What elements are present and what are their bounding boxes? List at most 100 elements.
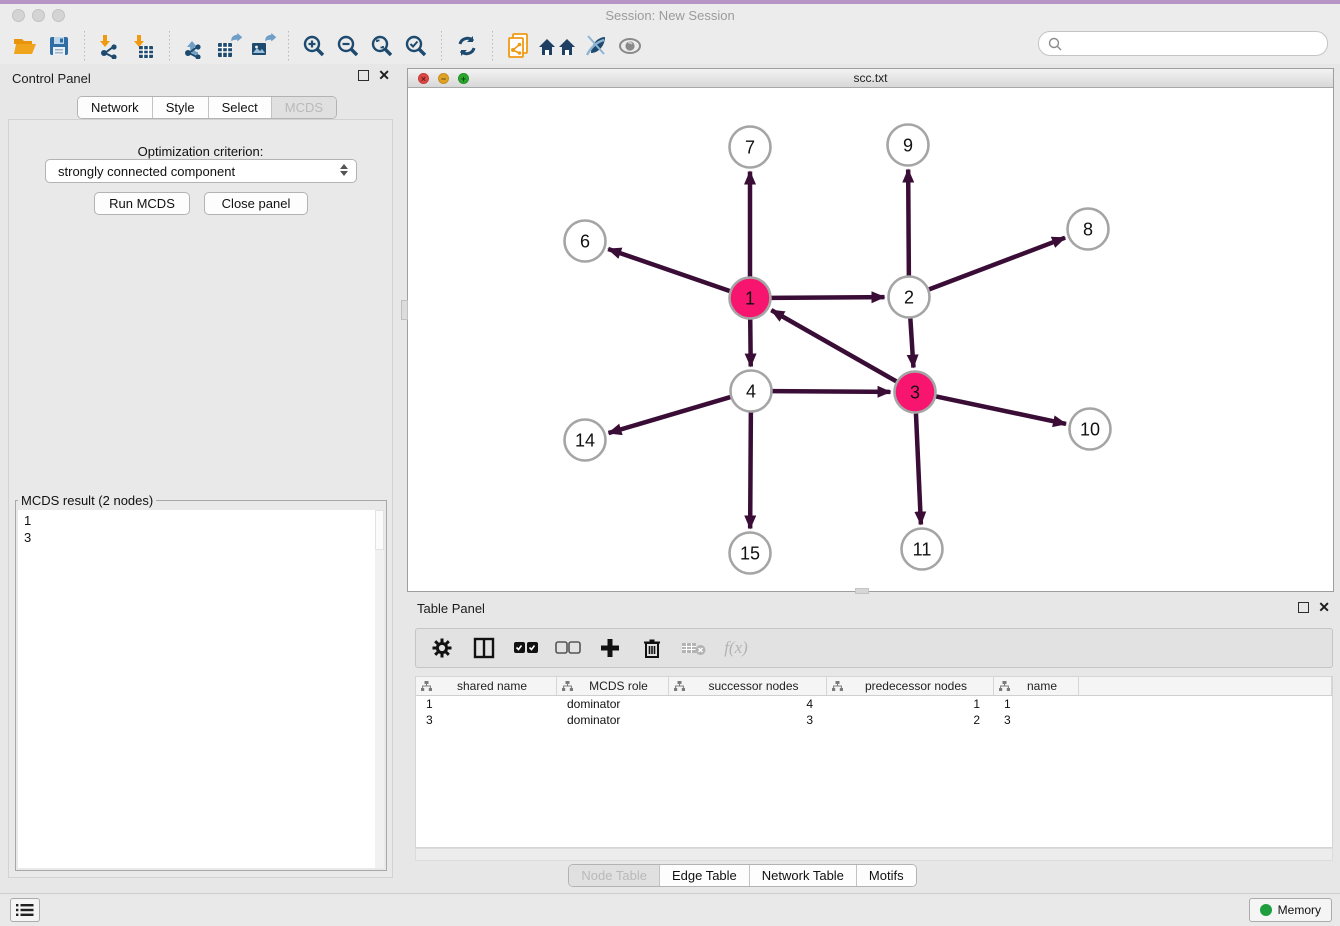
edge-2-8[interactable] [929,238,1065,290]
node-2[interactable]: 2 [889,277,930,318]
cell[interactable]: 1 [994,696,1079,712]
cell[interactable]: 3 [669,712,827,728]
tab-network[interactable]: Network [78,97,153,118]
tab-network-table[interactable]: Network Table [750,865,857,886]
table-scrollbar[interactable] [415,848,1333,861]
network-view-titlebar[interactable]: × − + scc.txt [408,69,1333,88]
traffic-lights-inactive[interactable] [12,9,72,27]
edge-3-10[interactable] [936,396,1066,423]
network-search-field[interactable] [1038,31,1328,56]
import-table-icon[interactable] [127,31,161,61]
zoom-selected-icon[interactable] [399,31,433,61]
edge-2-9[interactable] [908,169,909,275]
show-graphics-details-icon[interactable] [579,31,613,61]
task-history-button[interactable] [10,898,40,922]
network-close-icon[interactable]: × [418,73,429,84]
edge-1-6[interactable] [608,249,730,291]
cell[interactable]: 4 [669,696,827,712]
export-image-icon[interactable] [246,31,280,61]
table-float-panel-icon[interactable] [1298,602,1309,613]
edge-4-15[interactable] [750,412,751,528]
mcds-result-text[interactable]: 1 3 [18,510,384,868]
close-panel-icon[interactable]: ✕ [378,70,390,81]
cell[interactable]: 2 [827,712,994,728]
node-1[interactable]: 1 [730,278,771,319]
node-8[interactable]: 8 [1068,209,1109,250]
cell[interactable]: dominator [557,696,669,712]
tab-style[interactable]: Style [153,97,209,118]
node-9[interactable]: 9 [888,125,929,166]
cell[interactable]: 1 [827,696,994,712]
open-session-icon[interactable] [8,31,42,61]
table-row[interactable]: 3dominator323 [416,712,1332,728]
node-15[interactable]: 15 [730,533,771,574]
save-session-icon[interactable] [42,31,76,61]
edge-4-14[interactable] [608,397,730,433]
unselect-all-columns-icon[interactable] [554,634,582,662]
node-table[interactable]: shared nameMCDS rolesuccessor nodesprede… [415,676,1333,848]
network-search-input[interactable] [1063,36,1327,51]
duplicate-network-icon[interactable] [501,31,535,61]
float-panel-icon[interactable] [358,70,369,81]
node-4[interactable]: 4 [731,371,772,412]
network-zoom-icon[interactable]: + [458,73,469,84]
edge-3-1[interactable] [771,310,896,381]
export-network-icon[interactable] [178,31,212,61]
node-11[interactable]: 11 [902,529,943,570]
delete-column-icon[interactable] [638,634,666,662]
tab-mcds[interactable]: MCDS [272,97,336,118]
criterion-select[interactable]: strongly connected component [45,159,357,183]
settings-icon[interactable] [428,634,456,662]
tab-select[interactable]: Select [209,97,272,118]
node-10[interactable]: 10 [1070,409,1111,450]
node-3[interactable]: 3 [895,372,936,413]
node-7[interactable]: 7 [730,127,771,168]
cell[interactable]: 3 [994,712,1079,728]
node-6[interactable]: 6 [565,221,606,262]
column-header-name[interactable]: name [994,677,1079,695]
table-row[interactable]: 1dominator411 [416,696,1332,712]
edge-4-3[interactable] [772,391,890,392]
result-scrollbar[interactable] [375,510,384,868]
memory-button[interactable]: Memory [1249,898,1332,922]
tab-motifs[interactable]: Motifs [857,865,916,886]
zoom-in-icon[interactable] [297,31,331,61]
select-all-columns-icon[interactable] [512,634,540,662]
table-tabs: Node Table Edge Table Network Table Moti… [0,864,1340,887]
panel-splitter-grip[interactable] [401,300,408,320]
network-minimize-icon[interactable]: − [438,73,449,84]
export-table-icon[interactable] [212,31,246,61]
eye-icon[interactable] [613,31,647,61]
horizontal-splitter-grip[interactable] [855,588,869,594]
column-header-shared-name[interactable]: shared name [416,677,557,695]
create-column-icon[interactable] [596,634,624,662]
zoom-fit-icon[interactable] [365,31,399,61]
table-close-panel-icon[interactable]: ✕ [1318,602,1330,613]
import-network-icon[interactable] [93,31,127,61]
cell[interactable]: dominator [557,712,669,728]
memory-status-icon [1260,904,1272,916]
node-14[interactable]: 14 [565,420,606,461]
column-header-MCDS-role[interactable]: MCDS role [557,677,669,695]
column-header-successor-nodes[interactable]: successor nodes [669,677,827,695]
cell[interactable]: 1 [416,696,557,712]
zoom-out-icon[interactable] [331,31,365,61]
network-canvas[interactable]: 7 9 6 8 1 2 4 3 14 10 15 11 [408,88,1333,591]
svg-text:14: 14 [575,430,595,450]
edge-3-11[interactable] [916,413,921,524]
delete-table-icon[interactable] [680,634,708,662]
cell[interactable]: 3 [416,712,557,728]
network-title: scc.txt [408,69,1333,88]
edge-1-4[interactable] [750,319,751,366]
column-selector-icon[interactable] [470,634,498,662]
close-panel-button[interactable]: Close panel [204,192,308,215]
edge-1-2[interactable] [771,297,884,298]
function-builder-icon[interactable]: f(x) [722,634,750,662]
home-icon[interactable] [535,31,579,61]
edge-2-3[interactable] [910,318,913,367]
tab-edge-table[interactable]: Edge Table [660,865,750,886]
tab-node-table[interactable]: Node Table [569,865,660,886]
refresh-icon[interactable] [450,31,484,61]
run-mcds-button[interactable]: Run MCDS [94,192,190,215]
column-header-predecessor-nodes[interactable]: predecessor nodes [827,677,994,695]
